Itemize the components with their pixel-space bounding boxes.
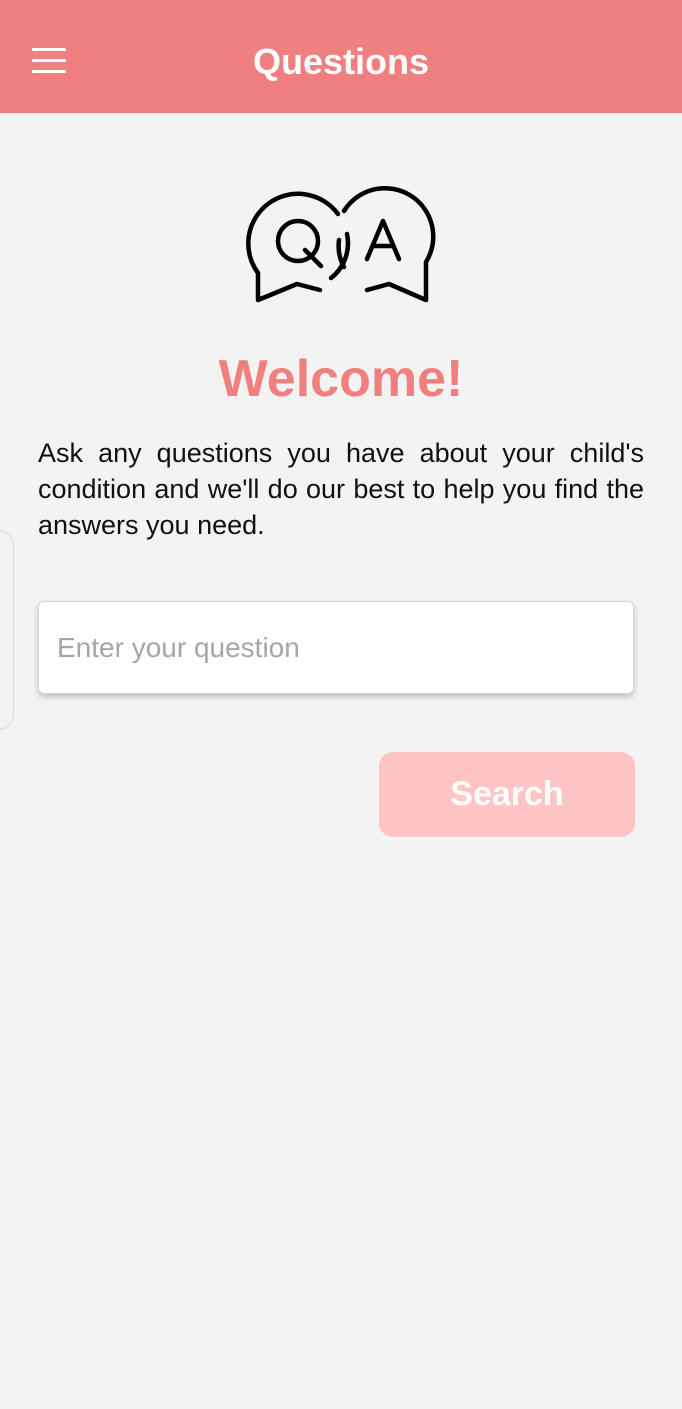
question-input[interactable] <box>38 601 634 694</box>
side-drawer-handle[interactable] <box>0 530 14 730</box>
qa-speech-bubbles-icon: Q A <box>246 185 436 303</box>
svg-text:Q: Q <box>298 246 299 248</box>
app-bar: Questions <box>0 0 682 113</box>
welcome-heading: Welcome! <box>218 350 464 408</box>
search-button[interactable]: Search <box>379 752 635 837</box>
intro-text: Ask any questions you have about your ch… <box>38 438 644 540</box>
page-title: Questions <box>252 41 430 82</box>
